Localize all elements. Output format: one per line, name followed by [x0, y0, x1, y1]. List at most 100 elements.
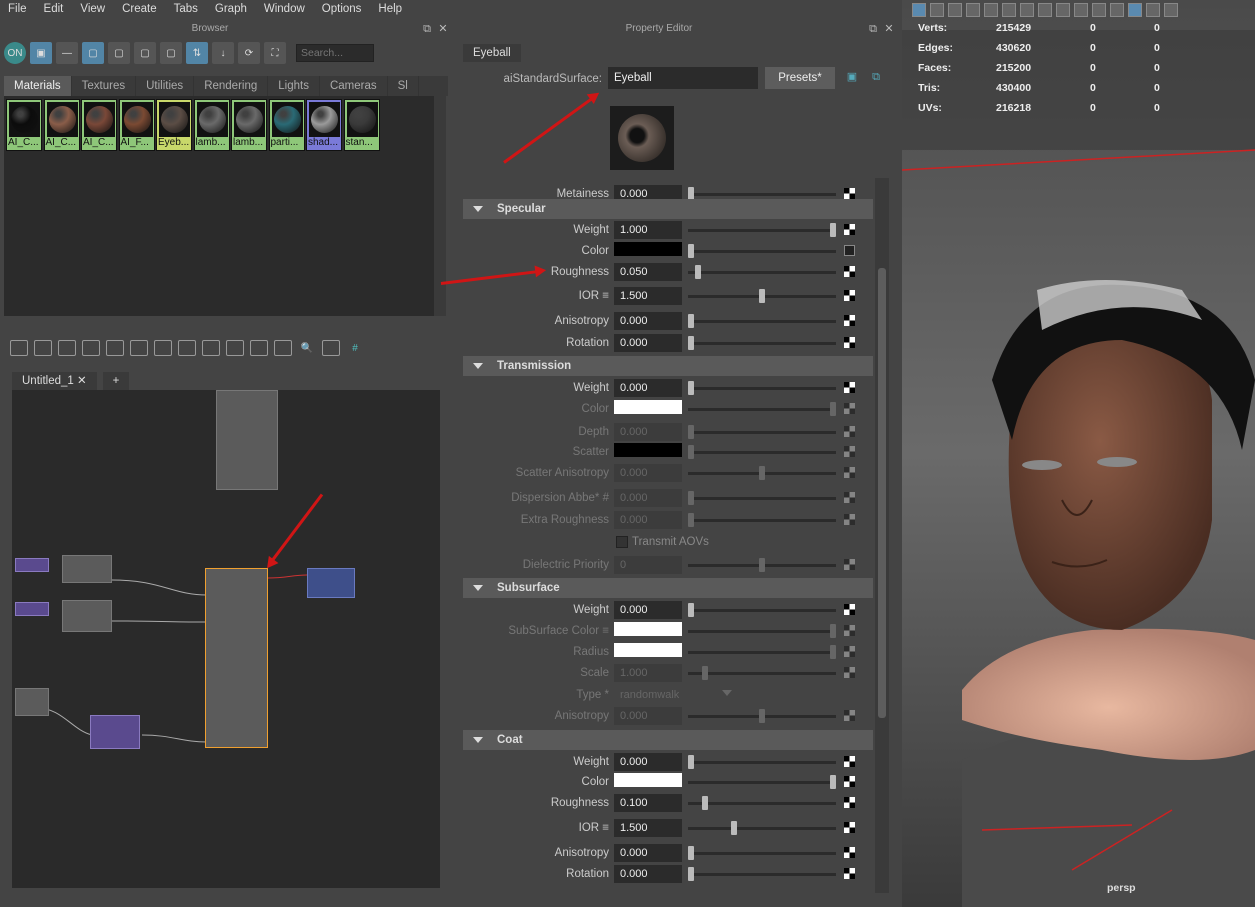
- map-button[interactable]: [844, 426, 855, 437]
- type-dropdown[interactable]: randomwalk: [614, 686, 714, 704]
- graph-both-icon[interactable]: ▢: [160, 42, 182, 64]
- texture-node-2[interactable]: [62, 600, 112, 632]
- slider-handle[interactable]: [688, 314, 694, 328]
- map-button[interactable]: [844, 776, 855, 787]
- attr-slider[interactable]: [688, 425, 836, 439]
- map-button[interactable]: [844, 315, 855, 326]
- slider-handle[interactable]: [688, 425, 694, 439]
- material-swatch[interactable]: parti...: [268, 99, 305, 151]
- tab-lights[interactable]: Lights: [268, 76, 320, 96]
- sort-down-icon[interactable]: ↓: [212, 42, 234, 64]
- material-swatch[interactable]: AI_C...: [43, 99, 80, 151]
- material-swatch[interactable]: AI_C...: [81, 99, 117, 151]
- graph-input-icon[interactable]: ▢: [108, 42, 130, 64]
- io-connections-icon[interactable]: [34, 340, 52, 356]
- slider-handle[interactable]: [830, 645, 836, 659]
- attr-value-field[interactable]: 0.050: [614, 263, 682, 281]
- material-swatch[interactable]: AI_C...: [6, 99, 42, 151]
- attr-value-field[interactable]: 0.100: [614, 794, 682, 812]
- shading-group-node[interactable]: [307, 568, 355, 598]
- copy-tab-icon[interactable]: ⧉: [869, 70, 883, 84]
- color-swatch[interactable]: [614, 643, 682, 657]
- slider-handle[interactable]: [688, 491, 694, 505]
- simple-view-icon[interactable]: [202, 340, 220, 356]
- attr-slider[interactable]: [688, 314, 836, 328]
- render-view-icon[interactable]: ▣: [30, 42, 52, 64]
- tab-materials[interactable]: Materials: [4, 76, 72, 96]
- attr-slider[interactable]: [688, 265, 836, 279]
- slider-handle[interactable]: [688, 336, 694, 350]
- attr-slider[interactable]: [688, 381, 836, 395]
- frame-all-icon[interactable]: [82, 340, 100, 356]
- add-node-icon[interactable]: [178, 340, 196, 356]
- attr-slider[interactable]: [688, 558, 836, 572]
- 2d-pan-icon[interactable]: [984, 3, 998, 17]
- connected-view-icon[interactable]: [226, 340, 244, 356]
- map-button[interactable]: [844, 514, 855, 525]
- slider-handle[interactable]: [759, 466, 765, 480]
- map-button[interactable]: [844, 625, 855, 636]
- attr-slider[interactable]: [688, 491, 836, 505]
- attr-value-field[interactable]: 0.000: [614, 334, 682, 352]
- attr-slider[interactable]: [688, 645, 836, 659]
- color-swatch[interactable]: [614, 622, 682, 636]
- map-button[interactable]: [844, 667, 855, 678]
- upper-node[interactable]: [216, 390, 278, 490]
- attr-value-field[interactable]: 0.000: [614, 312, 682, 330]
- tab-utilities[interactable]: Utilities: [136, 76, 195, 96]
- map-button[interactable]: [844, 710, 855, 721]
- material-swatch[interactable]: stan...: [343, 99, 380, 151]
- map-button[interactable]: [844, 467, 855, 478]
- slider-handle[interactable]: [759, 289, 765, 303]
- slider-handle[interactable]: [759, 558, 765, 572]
- map-button[interactable]: [844, 224, 855, 235]
- attr-slider[interactable]: [688, 846, 836, 860]
- attr-slider[interactable]: [688, 709, 836, 723]
- search-icon[interactable]: 🔍: [298, 340, 316, 356]
- normal-map-node[interactable]: [90, 715, 140, 749]
- map-button[interactable]: [844, 822, 855, 833]
- chevron-down-icon[interactable]: [722, 690, 732, 696]
- transmit-aovs-checkbox[interactable]: [616, 536, 628, 548]
- attr-value-field[interactable]: 1.500: [614, 819, 682, 837]
- material-swatch[interactable]: lamb...: [231, 99, 267, 151]
- attr-slider[interactable]: [688, 821, 836, 835]
- menu-item-graph[interactable]: Graph: [207, 3, 256, 15]
- attr-slider[interactable]: [688, 466, 836, 480]
- section-transmission[interactable]: Transmission: [463, 356, 873, 376]
- sort-icon[interactable]: ⇅: [186, 42, 208, 64]
- slider-handle[interactable]: [688, 244, 694, 258]
- map-button[interactable]: [844, 245, 855, 256]
- search-input[interactable]: [296, 44, 374, 62]
- pe-scrollbar[interactable]: [875, 178, 889, 893]
- material-swatch[interactable]: lamb...: [193, 99, 230, 151]
- attr-value-field[interactable]: 0.000: [614, 865, 682, 883]
- attr-slider[interactable]: [688, 289, 836, 303]
- attr-value-field[interactable]: 0.000: [614, 707, 682, 725]
- full-view-icon[interactable]: [250, 340, 268, 356]
- slider-handle[interactable]: [695, 265, 702, 279]
- attr-value-field[interactable]: 0.000: [614, 511, 682, 529]
- attr-slider[interactable]: [688, 775, 836, 789]
- textured-icon[interactable]: [1164, 3, 1178, 17]
- map-button[interactable]: [844, 756, 855, 767]
- attr-value-field[interactable]: 1.000: [614, 221, 682, 239]
- slider-handle[interactable]: [688, 603, 694, 617]
- color-swatch[interactable]: [614, 242, 682, 256]
- film-gate-icon[interactable]: [1038, 3, 1052, 17]
- menu-item-tabs[interactable]: Tabs: [166, 3, 207, 15]
- map-button[interactable]: [844, 646, 855, 657]
- material-name-field[interactable]: Eyeball: [608, 67, 758, 89]
- tab-cameras[interactable]: Cameras: [320, 76, 388, 96]
- map-button[interactable]: [844, 337, 855, 348]
- close-tab-icon[interactable]: ✕: [77, 375, 87, 387]
- add-tab-button[interactable]: +: [102, 372, 130, 390]
- attr-value-field[interactable]: 0.000: [614, 379, 682, 397]
- attr-value-field[interactable]: 0: [614, 556, 682, 574]
- float-pe-icon[interactable]: ⧉: [866, 22, 880, 36]
- attr-slider[interactable]: [688, 513, 836, 527]
- attr-value-field[interactable]: 0.000: [614, 844, 682, 862]
- map-button[interactable]: [844, 847, 855, 858]
- map-button[interactable]: [844, 492, 855, 503]
- attr-value-field[interactable]: 0.000: [614, 489, 682, 507]
